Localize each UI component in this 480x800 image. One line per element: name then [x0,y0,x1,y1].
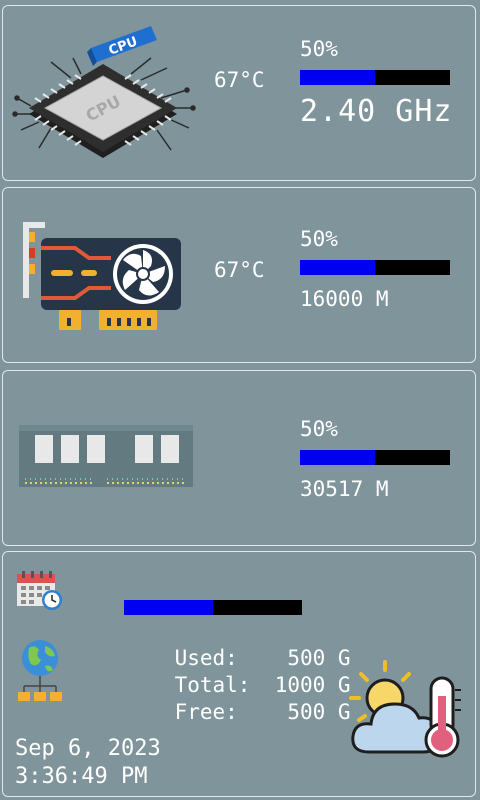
network-globe-icon [18,640,62,701]
graphics-card-icon [23,222,181,330]
clock-date: Sep 6, 2023 [15,736,161,761]
gpu-temperature: 67°C [214,258,265,282]
ram-module-icon [19,425,193,487]
ram-usage-bar [300,450,450,465]
cpu-chip-icon: CPU CPU [12,26,196,158]
gpu-usage-percent: 50% [300,227,338,251]
gpu-panel: 67°C 50% 16000 M [2,187,476,363]
ram-panel: 50% 30517 M [2,370,476,546]
gpu-usage-bar [300,260,450,275]
cpu-frequency: 2.40 GHz [300,94,453,129]
ram-usage-percent: 50% [300,417,338,441]
clock-time: 3:36:49 PM [15,764,148,789]
gpu-usage-bar-fill [300,260,375,275]
ram-usage-bar-fill [300,450,375,465]
disk-free-value: 500 G [287,700,351,724]
disk-clock-panel: Used: 500 G Total: 1000 G Free: 500 G Sep 6… [2,551,476,797]
cpu-panel: CPU CPU 67°C 50% 2.40 GHz [2,5,476,181]
cpu-usage-bar [300,70,450,85]
gpu-memory: 16000 M [300,287,389,311]
calendar-clock-icon [17,571,62,610]
cpu-tag-text: CPU [107,34,140,58]
disk-usage-bar [124,600,302,615]
weather-thermometer-icon [349,660,461,758]
disk-free-label: Free: [174,700,238,724]
cpu-usage-percent: 50% [300,37,338,61]
cpu-usage-bar-fill [300,70,375,85]
cpu-temperature: 67°C [214,68,265,92]
ram-memory: 30517 M [300,477,389,501]
disk-usage-bar-fill [124,600,213,615]
